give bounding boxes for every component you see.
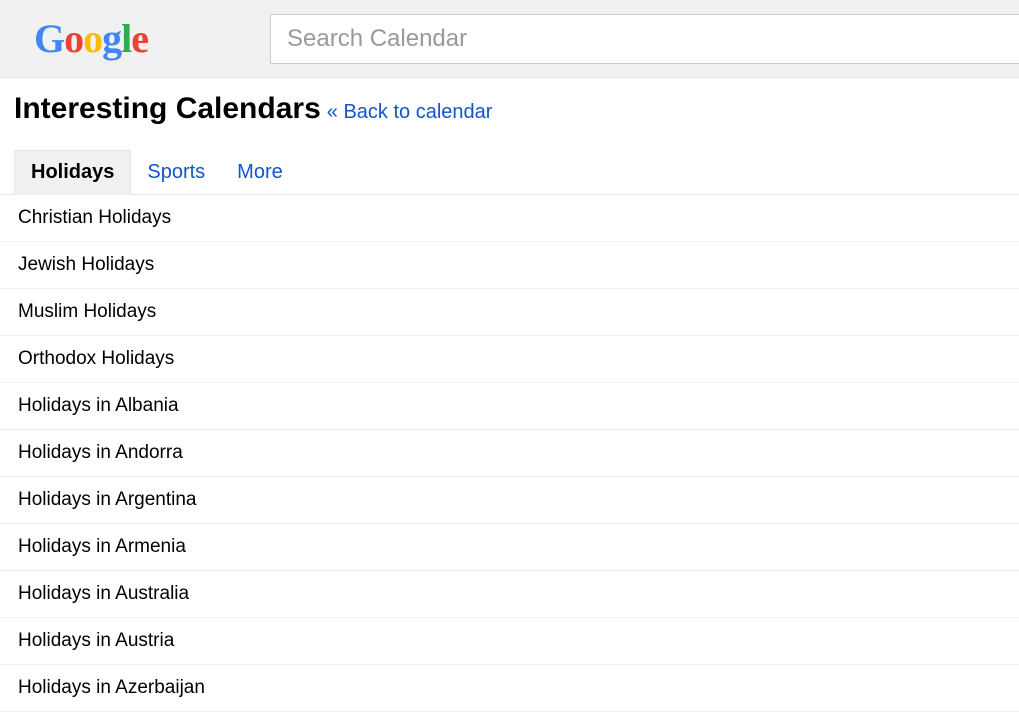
header-bar: Google xyxy=(0,0,1019,78)
page-title: Interesting Calendars xyxy=(14,92,321,126)
tab-more[interactable]: More xyxy=(221,151,299,194)
calendar-item[interactable]: Jewish Holidays xyxy=(0,242,1019,289)
calendar-item[interactable]: Holidays in Australia xyxy=(0,571,1019,618)
calendar-item[interactable]: Holidays in Andorra xyxy=(0,430,1019,477)
tabs-row: HolidaysSportsMore xyxy=(0,150,1019,195)
google-logo[interactable]: Google xyxy=(34,15,148,62)
calendar-item[interactable]: Holidays in Albania xyxy=(0,383,1019,430)
calendar-list: Christian HolidaysJewish HolidaysMuslim … xyxy=(0,195,1019,712)
calendar-item[interactable]: Holidays in Azerbaijan xyxy=(0,665,1019,712)
back-to-calendar-link[interactable]: « Back to calendar xyxy=(327,101,493,124)
calendar-item[interactable]: Holidays in Argentina xyxy=(0,477,1019,524)
calendar-item[interactable]: Holidays in Austria xyxy=(0,618,1019,665)
page-title-row: Interesting Calendars « Back to calendar xyxy=(0,78,1019,150)
calendar-item[interactable]: Christian Holidays xyxy=(0,195,1019,242)
tab-sports[interactable]: Sports xyxy=(131,151,221,194)
calendar-item[interactable]: Muslim Holidays xyxy=(0,289,1019,336)
calendar-item[interactable]: Orthodox Holidays xyxy=(0,336,1019,383)
search-input[interactable] xyxy=(270,14,1019,64)
calendar-item[interactable]: Holidays in Armenia xyxy=(0,524,1019,571)
tab-holidays[interactable]: Holidays xyxy=(14,150,131,195)
